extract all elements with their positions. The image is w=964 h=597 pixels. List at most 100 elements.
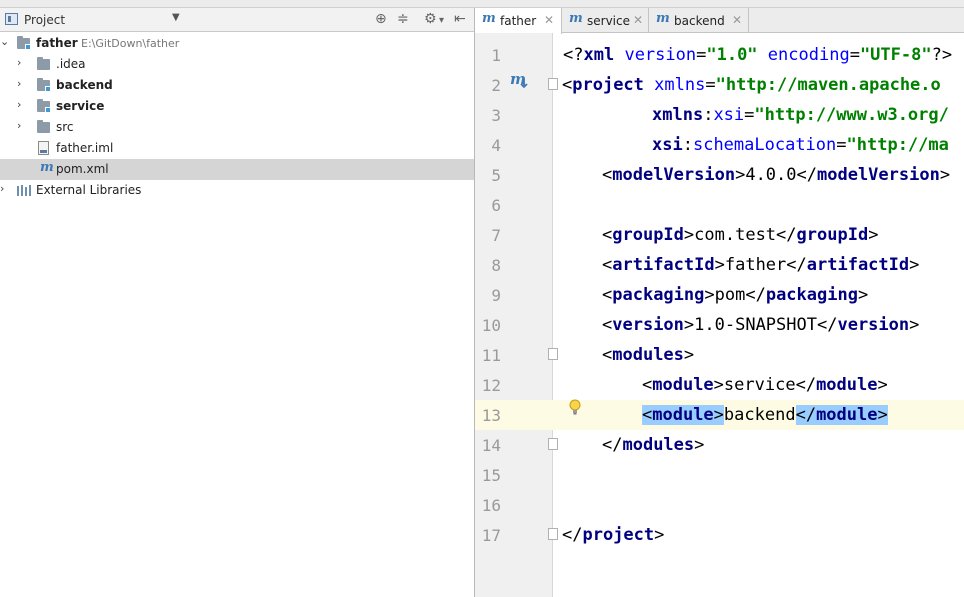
- hide-panel-icon[interactable]: ⇤: [454, 10, 466, 28]
- chevron-down-icon[interactable]: ▼: [172, 12, 180, 23]
- tab-service[interactable]: m service ✕: [562, 8, 649, 33]
- line-number: 14: [481, 436, 501, 455]
- tree-item-label: src: [56, 120, 74, 134]
- line-number: 12: [481, 376, 501, 395]
- code-line: 8 <artifactId>father</artifactId>: [475, 250, 964, 280]
- line-number: 1: [491, 46, 501, 65]
- tree-item-external-libraries[interactable]: › External Libraries: [0, 180, 474, 201]
- code-text: <modules>: [602, 345, 695, 365]
- line-number: 2: [491, 76, 501, 95]
- chevron-right-icon[interactable]: ›: [17, 119, 21, 132]
- tree-item-father-iml[interactable]: father.iml: [0, 138, 474, 159]
- fold-marker-icon[interactable]: [548, 348, 558, 360]
- tree-item-label: External Libraries: [36, 183, 142, 197]
- lightbulb-icon[interactable]: [568, 399, 582, 417]
- line-number: 3: [491, 106, 501, 125]
- code-line: 7 <groupId>com.test</groupId>: [475, 220, 964, 250]
- code-line: 6: [475, 190, 964, 220]
- code-text: <project xmlns="http://maven.apache.o: [562, 75, 941, 95]
- tree-item-father[interactable]: ⌄ father E:\GitDown\father: [0, 33, 474, 54]
- maven-file-icon: m: [656, 11, 670, 26]
- folder-icon: [37, 120, 50, 133]
- tab-father[interactable]: m father ✕: [475, 8, 562, 34]
- maven-gutter-icon[interactable]: m: [509, 69, 531, 91]
- line-number: 15: [481, 466, 501, 485]
- code-line: 17 </project>: [475, 520, 964, 550]
- tree-item-idea[interactable]: › .idea: [0, 54, 474, 75]
- project-panel-header: Project ▼ ⊕ ≑ ⚙ ▾ ⇤: [0, 8, 474, 32]
- line-number: 6: [491, 196, 501, 215]
- code-text: <module>backend</module>: [642, 405, 888, 425]
- gear-icon[interactable]: ⚙: [424, 10, 437, 28]
- maven-file-icon: m: [40, 160, 54, 175]
- close-icon[interactable]: ✕: [732, 13, 742, 27]
- chevron-right-icon[interactable]: ›: [0, 182, 4, 195]
- project-view-selector[interactable]: Project: [24, 13, 65, 27]
- code-line: 11 <modules>: [475, 340, 964, 370]
- line-number: 9: [491, 286, 501, 305]
- line-number: 13: [481, 406, 501, 425]
- code-text: <artifactId>father</artifactId>: [602, 255, 920, 275]
- line-number: 10: [481, 316, 501, 335]
- project-tree: ⌄ father E:\GitDown\father › .idea › bac…: [0, 33, 474, 201]
- settings-dropdown-icon[interactable]: ▾: [439, 12, 444, 30]
- tab-label: service: [587, 14, 630, 28]
- code-line-current: 13 <module>backend</module>: [475, 400, 964, 430]
- line-number: 5: [491, 166, 501, 185]
- close-icon[interactable]: ✕: [544, 13, 554, 27]
- project-panel: Project ▼ ⊕ ≑ ⚙ ▾ ⇤ ⌄ father E:\GitDown\…: [0, 8, 474, 597]
- code-line: 10 <version>1.0-SNAPSHOT</version>: [475, 310, 964, 340]
- editor-pane: m father ✕ m service ✕ m backend ✕ 1 <?x…: [475, 8, 964, 597]
- line-number: 16: [481, 496, 501, 515]
- module-folder-icon: [37, 99, 51, 113]
- tree-item-path: E:\GitDown\father: [81, 37, 180, 50]
- code-area[interactable]: 1 <?xml version="1.0" encoding="UTF-8"?>…: [475, 40, 964, 550]
- code-line: 4 xsi:schemaLocation="http://ma: [475, 130, 964, 160]
- code-line: 1 <?xml version="1.0" encoding="UTF-8"?>: [475, 40, 964, 70]
- line-number: 11: [481, 346, 501, 365]
- code-text: <modelVersion>4.0.0</modelVersion>: [602, 165, 951, 185]
- fold-marker-icon[interactable]: [548, 78, 558, 90]
- tree-item-service[interactable]: › service: [0, 96, 474, 117]
- line-number: 4: [491, 136, 501, 155]
- chevron-right-icon[interactable]: ›: [17, 98, 21, 111]
- tree-item-label: father.iml: [56, 141, 114, 155]
- chevron-down-icon[interactable]: ⌄: [0, 35, 9, 48]
- tree-item-label: .idea: [56, 57, 86, 71]
- code-text: </modules>: [602, 435, 705, 455]
- fold-marker-icon[interactable]: [548, 438, 558, 450]
- tree-item-pom-xml[interactable]: m pom.xml: [0, 159, 474, 180]
- folder-icon: [37, 57, 50, 70]
- tab-backend[interactable]: m backend ✕: [649, 8, 749, 33]
- code-line: 14 </modules>: [475, 430, 964, 460]
- line-number: 7: [491, 226, 501, 245]
- code-line: 15: [475, 460, 964, 490]
- code-text: <version>1.0-SNAPSHOT</version>: [602, 315, 920, 335]
- code-line: 12 <module>service</module>: [475, 370, 964, 400]
- chevron-right-icon[interactable]: ›: [17, 77, 21, 90]
- fold-marker-icon[interactable]: [548, 528, 558, 540]
- tab-label: father: [500, 14, 537, 28]
- chevron-right-icon[interactable]: ›: [17, 56, 21, 69]
- iml-file-icon: [38, 141, 49, 155]
- maven-file-icon: m: [482, 11, 496, 26]
- tree-item-backend[interactable]: › backend: [0, 75, 474, 96]
- module-folder-icon: [17, 36, 31, 50]
- tree-item-label: pom.xml: [56, 162, 109, 176]
- code-text: xsi:schemaLocation="http://ma: [652, 135, 949, 155]
- ide-window: Project ▼ ⊕ ≑ ⚙ ▾ ⇤ ⌄ father E:\GitDown\…: [0, 0, 964, 597]
- close-icon[interactable]: ✕: [633, 13, 643, 27]
- tree-item-label: service: [56, 99, 105, 113]
- project-view-icon: [5, 13, 18, 25]
- code-line: 2 <project xmlns="http://maven.apache.o: [475, 70, 964, 100]
- code-text: <module>service</module>: [642, 375, 888, 395]
- code-line: 16: [475, 490, 964, 520]
- tree-item-label: backend: [56, 78, 113, 92]
- locate-file-icon[interactable]: ⊕: [375, 10, 387, 28]
- code-text: <packaging>pom</packaging>: [602, 285, 869, 305]
- code-text: xmlns:xsi="http://www.w3.org/: [652, 105, 949, 125]
- collapse-all-icon[interactable]: ≑: [397, 10, 409, 28]
- maven-file-icon: m: [569, 11, 583, 26]
- module-folder-icon: [37, 78, 51, 92]
- tree-item-src[interactable]: › src: [0, 117, 474, 138]
